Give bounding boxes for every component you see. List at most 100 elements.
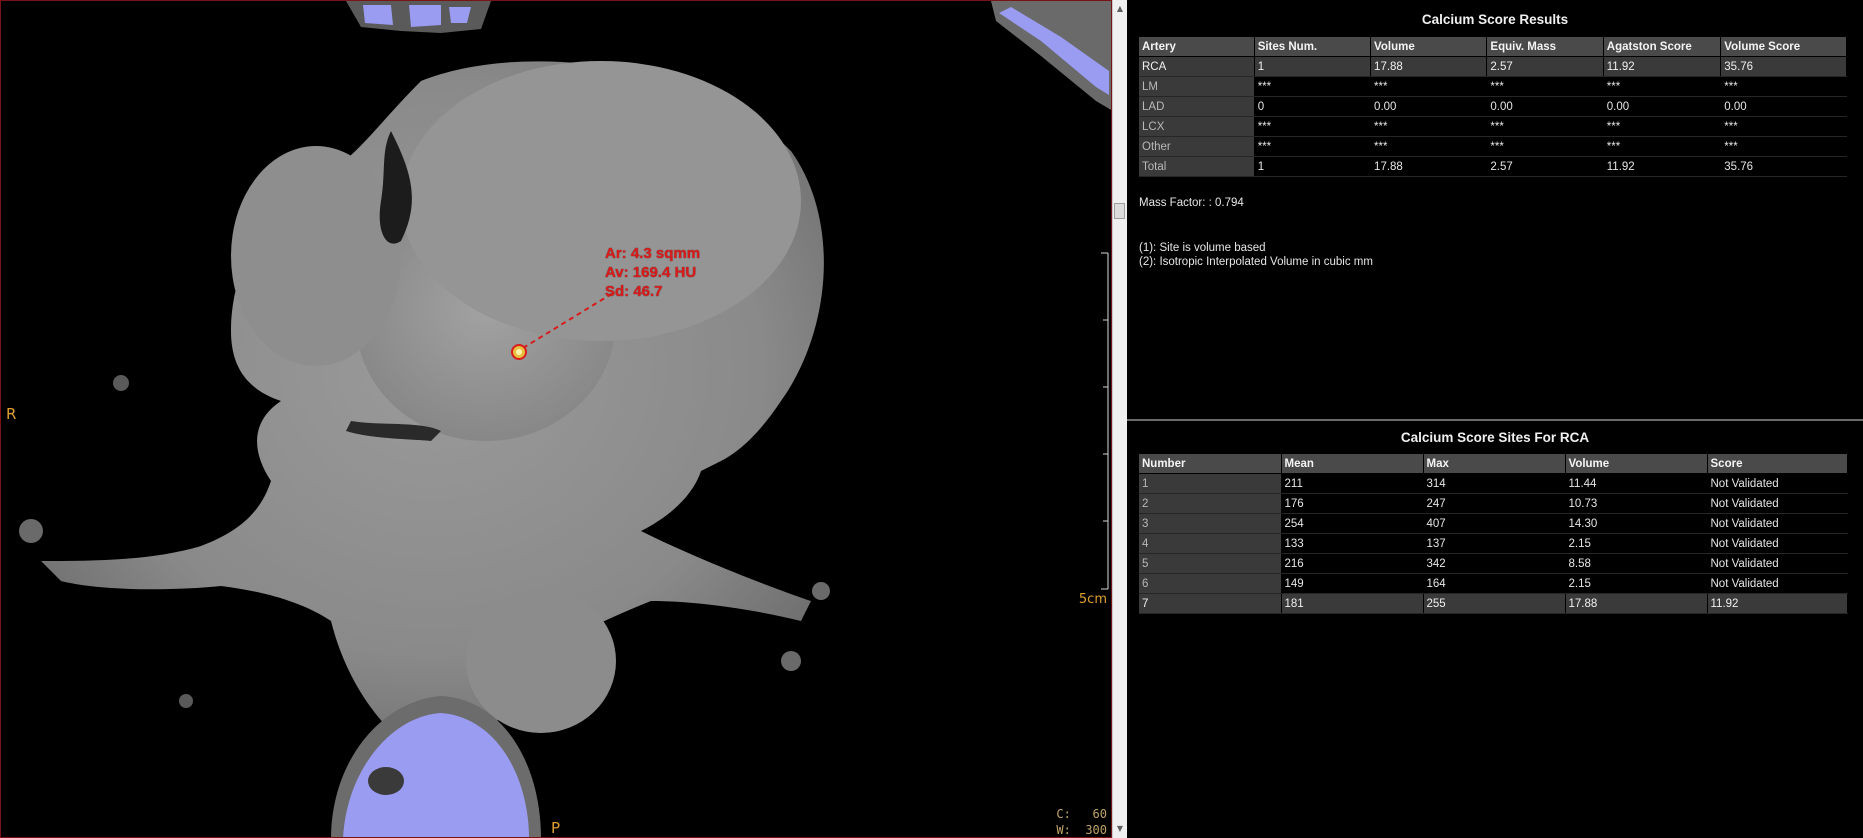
site-cell: Not Validated	[1707, 553, 1848, 574]
site-cell: 2.15	[1565, 533, 1708, 554]
lesion-core	[516, 349, 522, 355]
site-number-cell: 4	[1139, 533, 1282, 554]
score-cell: ***	[1720, 136, 1847, 157]
site-number-cell: 2	[1139, 493, 1282, 514]
footnote-isotropic-volume: (2): Isotropic Interpolated Volume in cu…	[1139, 256, 1373, 268]
site-cell: 342	[1423, 553, 1566, 574]
measurement-area-label: Ar: 4.3 sqmm	[605, 245, 701, 262]
score-cell: ***	[1370, 76, 1488, 97]
scroll-down-arrow-icon[interactable]: ▼	[1113, 822, 1127, 836]
site-table-row[interactable]: 6 149 164 2.15 Not Validated	[1139, 573, 1848, 594]
site-cell: 216	[1281, 553, 1424, 574]
site-cell: Not Validated	[1707, 513, 1848, 534]
site-table-row[interactable]: 5 216 342 8.58 Not Validated	[1139, 553, 1848, 574]
score-table-row[interactable]: RCA 1 17.88 2.57 11.92 35.76	[1139, 56, 1847, 77]
score-cell: 35.76	[1720, 56, 1847, 77]
site-cell: 407	[1423, 513, 1566, 534]
scale-ruler-label: 5cm	[1078, 592, 1107, 607]
calcium-sites-table: Number Mean Max Volume Score 1 211 314 11.4…	[1139, 454, 1848, 614]
sites-table-header: Number Mean Max Volume Score	[1139, 454, 1848, 474]
scroll-up-arrow-icon[interactable]: ▲	[1113, 2, 1127, 16]
site-number-cell: 6	[1139, 573, 1282, 594]
column-header[interactable]: Volume	[1370, 37, 1488, 57]
score-cell: 0.00	[1720, 96, 1847, 117]
score-table-row[interactable]: LM *** *** *** *** ***	[1139, 76, 1847, 97]
artery-name-cell: Other	[1139, 136, 1255, 157]
score-cell: 17.88	[1370, 156, 1488, 177]
score-cell: ***	[1254, 76, 1372, 97]
site-cell: 314	[1423, 473, 1566, 494]
site-cell: Not Validated	[1707, 573, 1848, 594]
site-number-cell: 3	[1139, 513, 1282, 534]
score-cell: ***	[1603, 116, 1722, 137]
site-table-row[interactable]: 3 254 407 14.30 Not Validated	[1139, 513, 1848, 534]
score-cell: 0	[1254, 96, 1372, 117]
mass-factor-label: Mass Factor: : 0.794	[1139, 197, 1244, 209]
site-table-row[interactable]: 7 181 255 17.88 11.92	[1139, 593, 1848, 614]
score-table-row[interactable]: LAD 0 0.00 0.00 0.00 0.00	[1139, 96, 1847, 117]
site-number-cell: 7	[1139, 593, 1282, 614]
score-cell: 1	[1254, 56, 1372, 77]
orientation-posterior-label: P	[551, 819, 561, 837]
score-cell: ***	[1603, 76, 1722, 97]
scrollbar-thumb[interactable]	[1114, 203, 1125, 219]
score-cell: 0.00	[1603, 96, 1722, 117]
lesion-annotation-overlay	[511, 292, 614, 360]
score-cell: ***	[1486, 76, 1604, 97]
score-table-row[interactable]: LCX *** *** *** *** ***	[1139, 116, 1847, 137]
column-header[interactable]: Max	[1423, 454, 1566, 474]
score-cell: 1	[1254, 156, 1372, 177]
artery-name-cell: LAD	[1139, 96, 1255, 117]
viewer-scrollbar[interactable]: ▲ ▼	[1112, 0, 1127, 838]
score-cell: 11.92	[1603, 56, 1722, 77]
score-table-header: Artery Sites Num. Volume Equiv. Mass Aga…	[1139, 37, 1847, 57]
site-table-row[interactable]: 2 176 247 10.73 Not Validated	[1139, 493, 1848, 514]
score-cell: ***	[1370, 116, 1488, 137]
score-cell: 2.57	[1486, 156, 1604, 177]
site-cell: 137	[1423, 533, 1566, 554]
column-header[interactable]: Artery	[1139, 37, 1255, 57]
column-header[interactable]: Sites Num.	[1254, 37, 1372, 57]
score-cell: ***	[1486, 116, 1604, 137]
column-header[interactable]: Agatston Score	[1603, 37, 1722, 57]
artery-name-cell: RCA	[1139, 56, 1255, 77]
site-cell: 254	[1281, 513, 1424, 534]
site-cell: 14.30	[1565, 513, 1708, 534]
score-table-row[interactable]: Total 1 17.88 2.57 11.92 35.76	[1139, 156, 1847, 177]
results-title: Calcium Score Results	[1421, 12, 1569, 27]
orientation-right-label: R	[6, 405, 17, 423]
site-cell: Not Validated	[1707, 533, 1848, 554]
site-cell: 2.15	[1565, 573, 1708, 594]
score-cell: ***	[1720, 116, 1847, 137]
site-table-row[interactable]: 4 133 137 2.15 Not Validated	[1139, 533, 1848, 554]
column-header[interactable]: Volume Score	[1720, 37, 1847, 57]
site-table-row[interactable]: 1 211 314 11.44 Not Validated	[1139, 473, 1848, 494]
site-cell: 247	[1423, 493, 1566, 514]
column-header[interactable]: Equiv. Mass	[1486, 37, 1604, 57]
column-header[interactable]: Number	[1139, 454, 1282, 474]
footnote-volume-based: (1): Site is volume based	[1139, 242, 1266, 254]
measurement-leader-line	[522, 292, 614, 349]
site-number-cell: 5	[1139, 553, 1282, 574]
site-number-cell: 1	[1139, 473, 1282, 494]
window-center-label: C: 60	[1056, 807, 1107, 821]
ct-image-viewport[interactable]: Ar: 4.3 sqmm Av: 169.4 HU Sd: 46.7 R P 5…	[0, 0, 1112, 838]
column-header[interactable]: Score	[1707, 454, 1848, 474]
score-cell: 0.00	[1486, 96, 1604, 117]
calcium-score-results-panel: Calcium Score Results Artery Sites Num. …	[1127, 0, 1863, 838]
window-width-label: W: 300	[1056, 823, 1107, 837]
site-cell: 181	[1281, 593, 1424, 614]
column-header[interactable]: Volume	[1565, 454, 1708, 474]
score-cell: ***	[1254, 136, 1372, 157]
score-table-row[interactable]: Other *** *** *** *** ***	[1139, 136, 1847, 157]
site-cell: 10.73	[1565, 493, 1708, 514]
score-cell: ***	[1603, 136, 1722, 157]
score-cell: 11.92	[1603, 156, 1722, 177]
score-cell: ***	[1486, 136, 1604, 157]
artery-name-cell: LCX	[1139, 116, 1255, 137]
measurement-stddev-label: Sd: 46.7	[605, 283, 663, 300]
column-header[interactable]: Mean	[1281, 454, 1424, 474]
panel-divider[interactable]	[1127, 419, 1863, 421]
site-cell: 211	[1281, 473, 1424, 494]
score-cell: ***	[1370, 136, 1488, 157]
